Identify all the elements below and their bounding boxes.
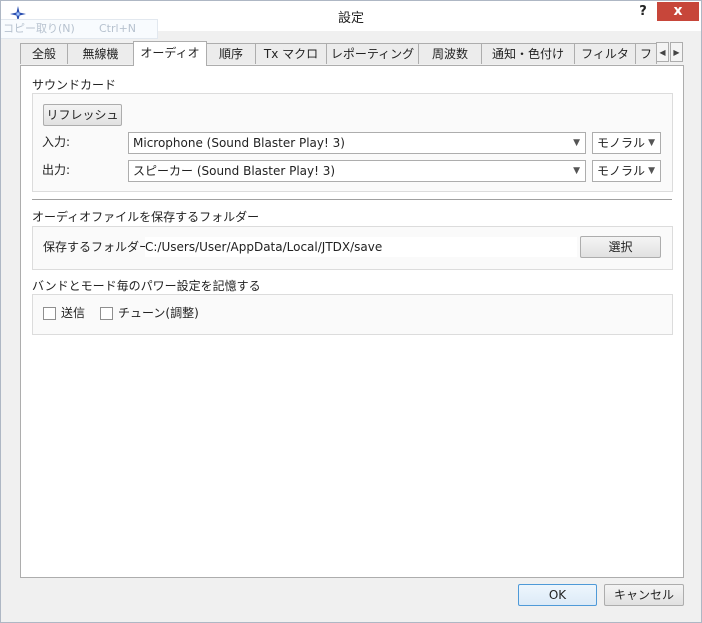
output-device-select[interactable]: スピーカー (Sound Blaster Play! 3) ▼	[128, 160, 586, 182]
soundcard-section-title: サウンドカード	[32, 78, 117, 92]
close-icon: x	[673, 3, 683, 19]
tab-bar: 全般 無線機 オーディオ 順序 Tx マクロ レポーティング 周波数 通知・色付…	[20, 41, 685, 67]
tab-sequence[interactable]: 順序	[206, 43, 256, 64]
input-device-value: Microphone (Sound Blaster Play! 3)	[133, 136, 345, 150]
tab-filters[interactable]: フィルタ	[574, 43, 636, 64]
chevron-right-icon: ▶	[673, 48, 680, 57]
tab-notifications[interactable]: 通知・色付け	[481, 43, 575, 64]
save-folder-section-title: オーディオファイルを保存するフォルダー	[32, 210, 260, 224]
tune-checkbox[interactable]	[100, 307, 113, 320]
tab-scroll-right-button[interactable]: ▶	[670, 42, 683, 62]
tab-general[interactable]: 全般	[20, 43, 68, 64]
chevron-down-icon: ▼	[573, 138, 580, 148]
save-folder-path: C:/Users/User/AppData/Local/JTDX/save	[145, 237, 577, 257]
output-channel-value: モノラル	[597, 164, 646, 178]
tab-tx-macros[interactable]: Tx マクロ	[255, 43, 327, 64]
tab-radio[interactable]: 無線機	[67, 43, 134, 64]
input-device-select[interactable]: Microphone (Sound Blaster Play! 3) ▼	[128, 132, 586, 154]
save-folder-label: 保存するフォルダー:	[43, 240, 156, 254]
input-channel-select[interactable]: モノラル ▼	[592, 132, 661, 154]
power-memory-section-title: バンドとモード毎のパワー設定を記憶する	[32, 279, 261, 293]
transmit-checkbox[interactable]	[43, 307, 56, 320]
tab-reporting[interactable]: レポーティング	[326, 43, 419, 64]
cancel-button[interactable]: キャンセル	[604, 584, 684, 606]
refresh-button[interactable]: リフレッシュ	[43, 104, 122, 126]
title-bar: コピー取り(N) Ctrl+N 設定 ? x	[1, 1, 701, 39]
output-label: 出力:	[42, 163, 71, 177]
chevron-down-icon: ▼	[648, 166, 655, 176]
chevron-down-icon: ▼	[573, 166, 580, 176]
output-device-value: スピーカー (Sound Blaster Play! 3)	[133, 164, 336, 178]
chevron-left-icon: ◀	[659, 48, 666, 57]
output-channel-select[interactable]: モノラル ▼	[592, 160, 661, 182]
input-label: 入力:	[42, 135, 71, 149]
tab-partial[interactable]: フ	[635, 43, 657, 64]
window-title: 設定	[337, 11, 364, 26]
tab-audio[interactable]: オーディオ	[133, 41, 207, 66]
transmit-label: 送信	[61, 306, 86, 320]
ok-button[interactable]: OK	[518, 584, 597, 606]
section-divider	[32, 199, 672, 200]
help-button[interactable]: ?	[633, 4, 653, 22]
input-channel-value: モノラル	[597, 136, 646, 150]
close-button[interactable]: x	[657, 2, 699, 21]
tab-frequencies[interactable]: 周波数	[418, 43, 482, 64]
chevron-down-icon: ▼	[648, 138, 655, 148]
tab-scroll-left-button[interactable]: ◀	[656, 42, 669, 62]
settings-window: コピー取り(N) Ctrl+N 設定 ? x 全般 無線機 オーディオ 順序 T…	[0, 0, 702, 623]
tune-label: チューン(調整)	[118, 306, 199, 320]
select-folder-button[interactable]: 選択	[580, 236, 661, 258]
